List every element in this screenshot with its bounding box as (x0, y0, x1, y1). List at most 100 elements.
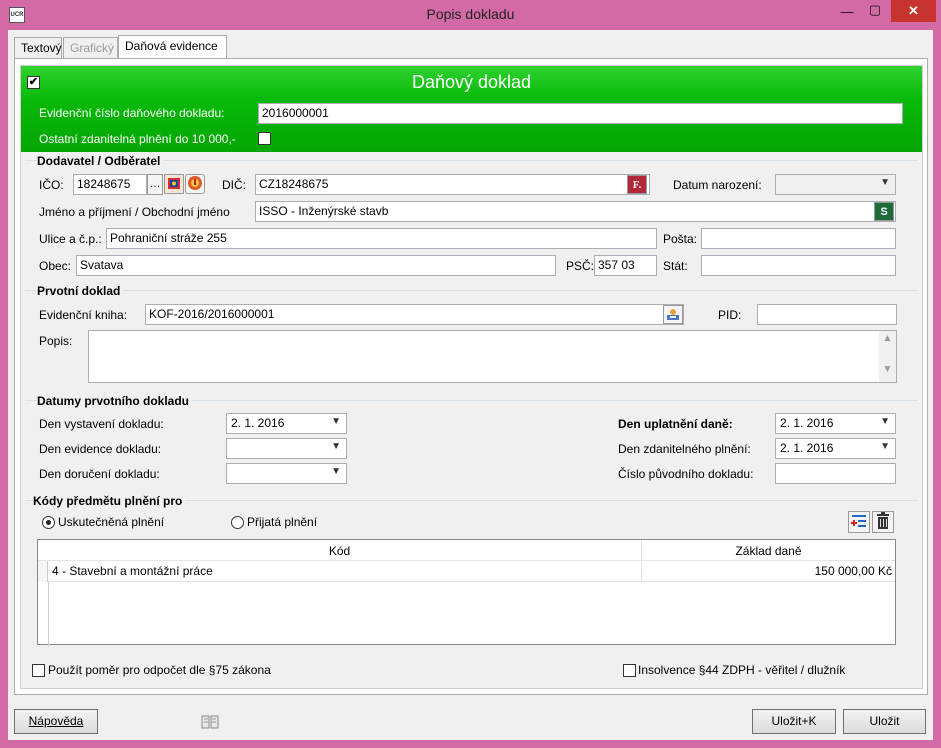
group-prvotni-heading: Prvotní doklad (37, 284, 124, 298)
ico-field[interactable]: 18248675 (73, 174, 147, 195)
radio-uskutecnena[interactable] (42, 516, 55, 529)
uplatneni-label: Den uplatnění daně: (618, 417, 733, 431)
zdanitelneho-label: Den zdanitelného plnění: (618, 442, 751, 456)
minimize-button[interactable]: — (833, 4, 861, 26)
tax-document-header: ✔ Daňový doklad Evidenční číslo daňového… (21, 66, 922, 152)
radio-uskutecnena-label: Uskutečněná plnění (58, 515, 165, 529)
doruceni-select[interactable]: ▼ (226, 463, 347, 484)
pomer-label: Použít poměr pro odpočet dle §75 zákona (48, 663, 271, 677)
evid-number-field[interactable]: 2016000001 (258, 103, 903, 124)
psc-field[interactable]: 357 03 (594, 255, 657, 276)
close-button[interactable]: ✕ (891, 0, 936, 22)
vystaveni-label: Den vystavení dokladu: (39, 417, 164, 431)
radio-prijata-label: Přijatá plnění (247, 515, 318, 529)
row-zaklad: 150 000,00 Kč (814, 564, 892, 578)
title-bar[interactable]: UCR Popis dokladu — ▢ ✕ (0, 0, 941, 30)
table-header: Kód Základ daně (38, 540, 895, 561)
kniha-field[interactable]: KOF-2016/2016000001 (145, 304, 684, 325)
popis-label: Popis: (39, 334, 73, 348)
window-title: Popis dokladu (426, 6, 515, 22)
dialog-client: Textový Grafický Daňová evidence ✔ Daňov… (8, 30, 933, 740)
zdanitelneho-select[interactable]: 2. 1. 2016 ▼ (775, 438, 896, 459)
kniha-label: Evidenční kniha: (39, 308, 128, 322)
vystaveni-value: 2. 1. 2016 (231, 416, 285, 430)
ulice-label: Ulice a č.p.: (39, 232, 102, 246)
popis-scrollbar[interactable]: ▲ ▼ (879, 331, 896, 382)
financni-sprava-icon[interactable]: F. (627, 175, 647, 194)
chevron-down-icon: ▼ (331, 416, 341, 427)
chevron-down-icon: ▼ (880, 177, 890, 188)
evidence-select[interactable]: ▼ (226, 438, 347, 459)
add-row-icon[interactable] (848, 511, 870, 533)
insolvence-label: Insolvence §44 ZDPH - věřitel / dlužník (638, 663, 846, 677)
table-row[interactable]: 4 - Stavební a montážní práce 150 000,00… (38, 561, 895, 582)
vat-registry-icon[interactable] (185, 174, 205, 194)
trash-icon[interactable] (872, 511, 894, 533)
group-datumy-heading: Datumy prvotního dokladu (37, 394, 193, 408)
chevron-down-icon: ▼ (880, 441, 890, 452)
pomer-checkbox[interactable] (32, 664, 45, 677)
book-icon[interactable] (200, 712, 220, 732)
tab-textovy[interactable]: Textový (14, 37, 62, 58)
group-prvotni-line (25, 290, 918, 291)
datum-narozeni-label: Datum narození: (673, 178, 762, 192)
row-kod: 4 - Stavební a montážní práce (52, 564, 213, 578)
maximize-button[interactable]: ▢ (861, 2, 889, 24)
ulice-field[interactable]: Pohraniční stráže 255 (106, 228, 657, 249)
radio-prijata[interactable] (231, 516, 244, 529)
puvodniho-label: Číslo původního dokladu: (618, 467, 754, 481)
help-button-label: Nápověda (28, 714, 84, 728)
chevron-down-icon: ▼ (331, 466, 341, 477)
obec-label: Obec: (39, 259, 72, 273)
kody-table: Kód Základ daně 4 - Stavební a montážní … (37, 539, 896, 646)
row-selector-column (38, 582, 49, 646)
subject-search-icon[interactable]: S (874, 202, 894, 221)
stat-field[interactable] (701, 255, 896, 276)
column-kod-header[interactable]: Kód (38, 544, 641, 558)
save-and-close-button[interactable]: Uložit+K (752, 709, 836, 734)
evid-number-label: Evidenční číslo daňového dokladu: (39, 106, 225, 120)
dic-label: DIČ: (222, 178, 246, 192)
ares-lookup-icon[interactable] (164, 174, 184, 194)
jmeno-field[interactable]: ISSO - Inženýrské stavb (255, 201, 896, 222)
ostatni-checkbox[interactable] (258, 132, 271, 145)
ico-browse-button[interactable]: … (147, 174, 163, 195)
page-title: Daňový doklad (411, 72, 532, 92)
form-area: ✔ Daňový doklad Evidenční číslo daňového… (20, 65, 923, 689)
puvodniho-field[interactable] (775, 463, 896, 484)
column-divider (641, 561, 642, 582)
uplatneni-select[interactable]: 2. 1. 2016 ▼ (775, 413, 896, 434)
pid-field[interactable] (757, 304, 897, 325)
tab-danova-evidence[interactable]: Daňová evidence (118, 35, 227, 59)
stat-label: Stát: (663, 259, 688, 273)
vystaveni-select[interactable]: 2. 1. 2016 ▼ (226, 413, 347, 434)
posta-field[interactable] (701, 228, 896, 249)
help-button[interactable]: Nápověda (14, 709, 98, 734)
book-person-icon[interactable] (663, 305, 683, 324)
group-dodavatel-heading: Dodavatel / Odběratel (37, 154, 164, 168)
row-selector[interactable] (38, 561, 48, 582)
datum-narozeni-select[interactable]: ▼ (775, 174, 896, 195)
uplatneni-value: 2. 1. 2016 (780, 416, 834, 430)
pid-label: PID: (718, 308, 742, 322)
evidence-label: Den evidence dokladu: (39, 442, 162, 456)
jmeno-label: Jméno a příjmení / Obchodní jméno (39, 205, 230, 219)
dic-field[interactable]: CZ18248675 (255, 174, 650, 195)
zdanitelneho-value: 2. 1. 2016 (780, 441, 834, 455)
dialog-window: UCR Popis dokladu — ▢ ✕ Textový Grafický… (0, 0, 941, 748)
insolvence-checkbox[interactable] (623, 664, 636, 677)
ico-label: IČO: (39, 178, 64, 192)
tab-graficky[interactable]: Grafický (63, 37, 118, 58)
column-zaklad-header[interactable]: Základ daně (642, 544, 895, 558)
chevron-down-icon: ▼ (880, 416, 890, 427)
ostatni-label: Ostatní zdanitelná plnění do 10 000,- (39, 132, 236, 146)
psc-label: PSČ: (566, 259, 595, 273)
obec-field[interactable]: Svatava (76, 255, 556, 276)
save-button[interactable]: Uložit (843, 709, 926, 734)
tab-panel: ✔ Daňový doklad Evidenční číslo daňového… (14, 58, 928, 695)
posta-label: Pošta: (663, 232, 698, 246)
doruceni-label: Den doručení dokladu: (39, 467, 160, 481)
chevron-down-icon: ▼ (331, 441, 341, 452)
popis-textarea[interactable]: ▲ ▼ (88, 330, 897, 383)
group-kody-heading: Kódy předmětu plnění pro (33, 494, 186, 508)
